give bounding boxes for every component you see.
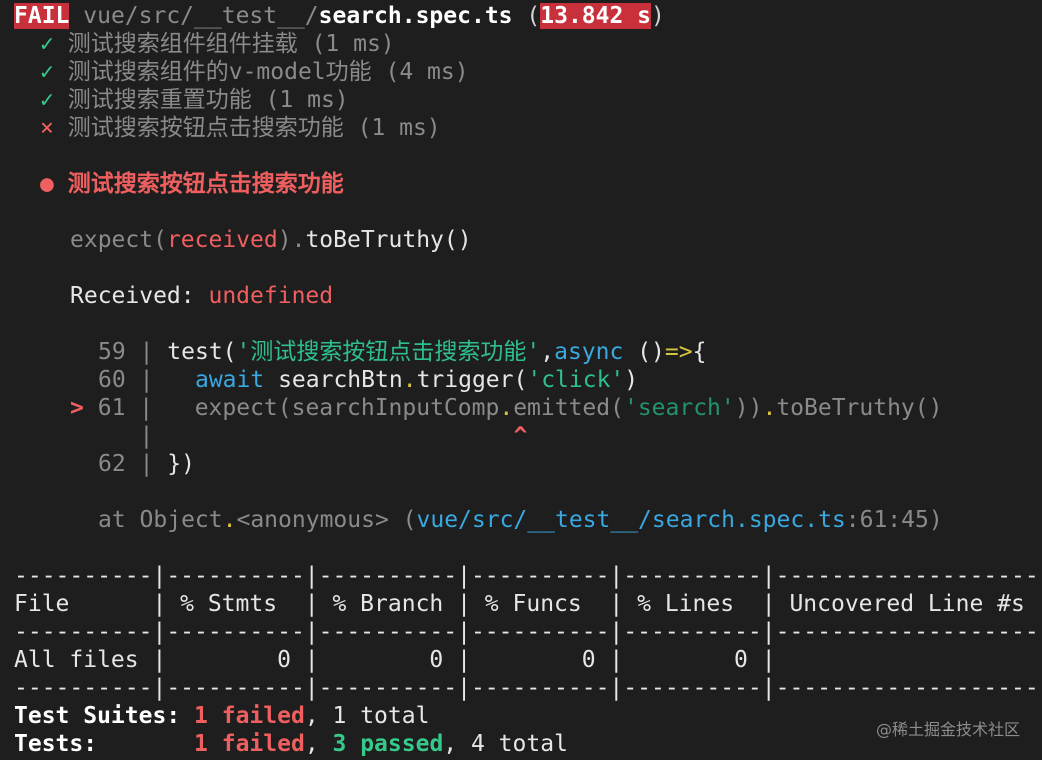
caret-marker: ^	[513, 423, 528, 449]
expect-message: expect(received).toBeTruthy()	[70, 227, 472, 253]
summary-tests: Tests: 1 failed, 3 passed, 4 total	[14, 731, 568, 757]
duration-badge: 13.842 s	[540, 3, 652, 29]
suite-header: FAIL vue/src/__test__/search.spec.ts (13…	[14, 3, 665, 29]
cross-icon: ×	[40, 115, 54, 141]
test-result-passed: ✓ 测试搜索重置功能 (1 ms)	[40, 87, 349, 113]
received-message: Received: undefined	[70, 283, 334, 309]
bullet-icon: ●	[40, 171, 54, 197]
coverage-row: All files | 0 | 0 | 0 | 0 |	[14, 647, 1039, 673]
code-line-62: 62 | })	[98, 451, 195, 477]
stack-trace: at Object.<anonymous> (vue/src/__test__/…	[98, 507, 943, 533]
coverage-rule: ----------|----------|----------|-------…	[14, 619, 1039, 645]
code-line-61-error: > 61 | expect(searchInputComp.emitted('s…	[70, 395, 943, 421]
coverage-rule: ----------|----------|----------|-------…	[14, 675, 1039, 701]
code-line-caret: | ^	[139, 423, 528, 449]
spec-file: search.spec.ts	[318, 3, 513, 29]
test-result-passed: ✓ 测试搜索组件组件挂载 (1 ms)	[40, 31, 395, 57]
failure-title: ● 测试搜索按钮点击搜索功能	[40, 171, 344, 197]
stack-file-link[interactable]: vue/src/__test__/search.spec.ts	[417, 507, 846, 533]
code-line-59: 59 | test('测试搜索按钮点击搜索功能',async ()=>{	[98, 339, 707, 365]
check-icon: ✓	[40, 87, 54, 113]
summary-suites: Test Suites: 1 failed, 1 total	[14, 703, 430, 729]
watermark: @稀土掘金技术社区	[875, 720, 1020, 739]
spec-path: vue/src/__test__/	[83, 3, 319, 29]
fail-badge: FAIL	[14, 3, 70, 29]
test-result-failed: × 测试搜索按钮点击搜索功能 (1 ms)	[40, 115, 441, 141]
coverage-header: File | % Stmts | % Branch | % Funcs | % …	[14, 591, 1039, 617]
code-line-60: 60 | await searchBtn.trigger('click')	[98, 367, 639, 393]
check-icon: ✓	[40, 31, 54, 57]
error-marker: >	[70, 395, 84, 421]
check-icon: ✓	[40, 59, 54, 85]
coverage-rule: ----------|----------|----------|-------…	[14, 563, 1039, 589]
test-result-passed: ✓ 测试搜索组件的v-model功能 (4 ms)	[40, 59, 469, 85]
